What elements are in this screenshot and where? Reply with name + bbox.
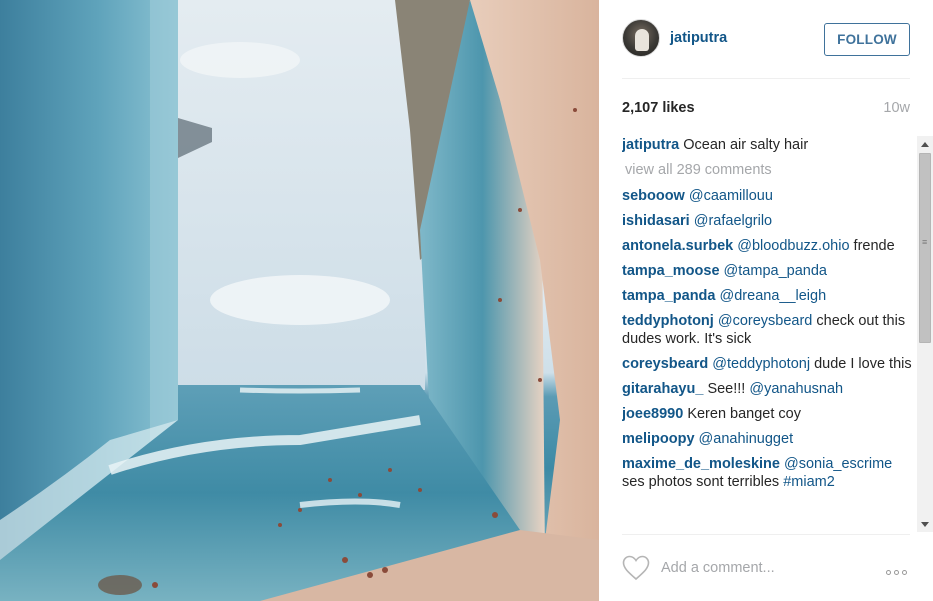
comment-mention[interactable]: @teddyphotonj (712, 356, 810, 372)
comment-username[interactable]: gitarahayu_ (622, 381, 703, 397)
comment-username[interactable]: antonela.surbek (622, 238, 733, 254)
view-all-comments-link[interactable]: view all 289 comments (625, 161, 914, 179)
comment-item: tampa_moose @tampa_panda (622, 262, 914, 280)
comment-mention[interactable]: @coreysbeard (718, 313, 813, 329)
caption: jatiputra Ocean air salty hair (622, 136, 914, 154)
comment-item: ishidasari @rafaelgrilo (622, 212, 914, 230)
header-divider (622, 78, 910, 79)
scroll-thumb[interactable] (919, 153, 931, 343)
comment-username[interactable]: joee8990 (622, 406, 683, 422)
comment-item: antonela.surbek @bloodbuzz.ohio frende (622, 237, 914, 255)
comment-item: gitarahayu_ See!!! @yanahusnah (622, 380, 914, 398)
comment-username[interactable]: coreysbeard (622, 356, 708, 372)
likes-count[interactable]: 2,107 likes (622, 100, 695, 116)
comment-item: teddyphotonj @coreysbeard check out this… (622, 312, 914, 348)
comment-item: sebooow @caamillouu (622, 187, 914, 205)
author-username[interactable]: jatiputra (670, 30, 727, 46)
heart-icon[interactable] (622, 555, 650, 581)
comment-text: dude I love this (814, 356, 912, 372)
comment-item: melipoopy @anahinugget (622, 430, 914, 448)
photo-illustration (0, 0, 599, 601)
caption-username[interactable]: jatiputra (622, 137, 679, 153)
comment-item: tampa_panda @dreana__leigh (622, 287, 914, 305)
post-header: jatiputra FOLLOW (599, 0, 933, 78)
comment-text: frende (853, 238, 895, 254)
comment-text: Keren banget coy (687, 406, 801, 422)
post-age[interactable]: 10w (883, 100, 910, 116)
comment-footer (622, 534, 910, 601)
avatar[interactable] (622, 19, 660, 57)
comment-mention[interactable]: @bloodbuzz.ohio (737, 238, 849, 254)
comment-mention[interactable]: @anahinugget (699, 431, 794, 447)
comment-mention[interactable]: @sonia_escrime (784, 456, 892, 472)
comment-username[interactable]: tampa_panda (622, 288, 715, 304)
more-options-icon[interactable] (886, 562, 910, 575)
caption-text: Ocean air salty hair (683, 137, 809, 153)
comment-username[interactable]: ishidasari (622, 213, 690, 229)
comment-username[interactable]: tampa_moose (622, 263, 720, 279)
comment-mention[interactable]: @rafaelgrilo (694, 213, 772, 229)
add-comment-input[interactable] (661, 556, 871, 580)
comments-list: jatiputra Ocean air salty hair view all … (622, 136, 914, 532)
comment-mention[interactable]: @yanahusnah (749, 381, 843, 397)
post-photo[interactable] (0, 0, 599, 601)
follow-button[interactable]: FOLLOW (824, 23, 910, 56)
comment-text: ses photos sont terribles (622, 474, 780, 490)
comment-mention[interactable]: @tampa_panda (724, 263, 827, 279)
comment-username[interactable]: teddyphotonj (622, 313, 714, 329)
scroll-up-arrow-icon[interactable] (917, 136, 933, 152)
comment-thread: sebooow @caamillouu ishidasari @rafaelgr… (622, 187, 914, 491)
comment-username[interactable]: maxime_de_moleskine (622, 456, 780, 472)
comment-item: coreysbeard @teddyphotonj dude I love th… (622, 355, 914, 373)
comment-item: joee8990 Keren banget coy (622, 405, 914, 423)
comment-mention[interactable]: @caamillouu (689, 188, 773, 204)
comment-username[interactable]: sebooow (622, 188, 685, 204)
comment-username[interactable]: melipoopy (622, 431, 695, 447)
comment-text: See!!! (707, 381, 746, 397)
comment-mention[interactable]: @dreana__leigh (720, 288, 827, 304)
comment-item: maxime_de_moleskine @sonia_escrime ses p… (622, 455, 914, 491)
comment-hashtag[interactable]: #miam2 (783, 474, 835, 490)
comments-scrollbar[interactable] (917, 136, 933, 532)
post-details-panel: jatiputra FOLLOW 2,107 likes 10w jatiput… (599, 0, 933, 601)
scroll-down-arrow-icon[interactable] (917, 516, 933, 532)
